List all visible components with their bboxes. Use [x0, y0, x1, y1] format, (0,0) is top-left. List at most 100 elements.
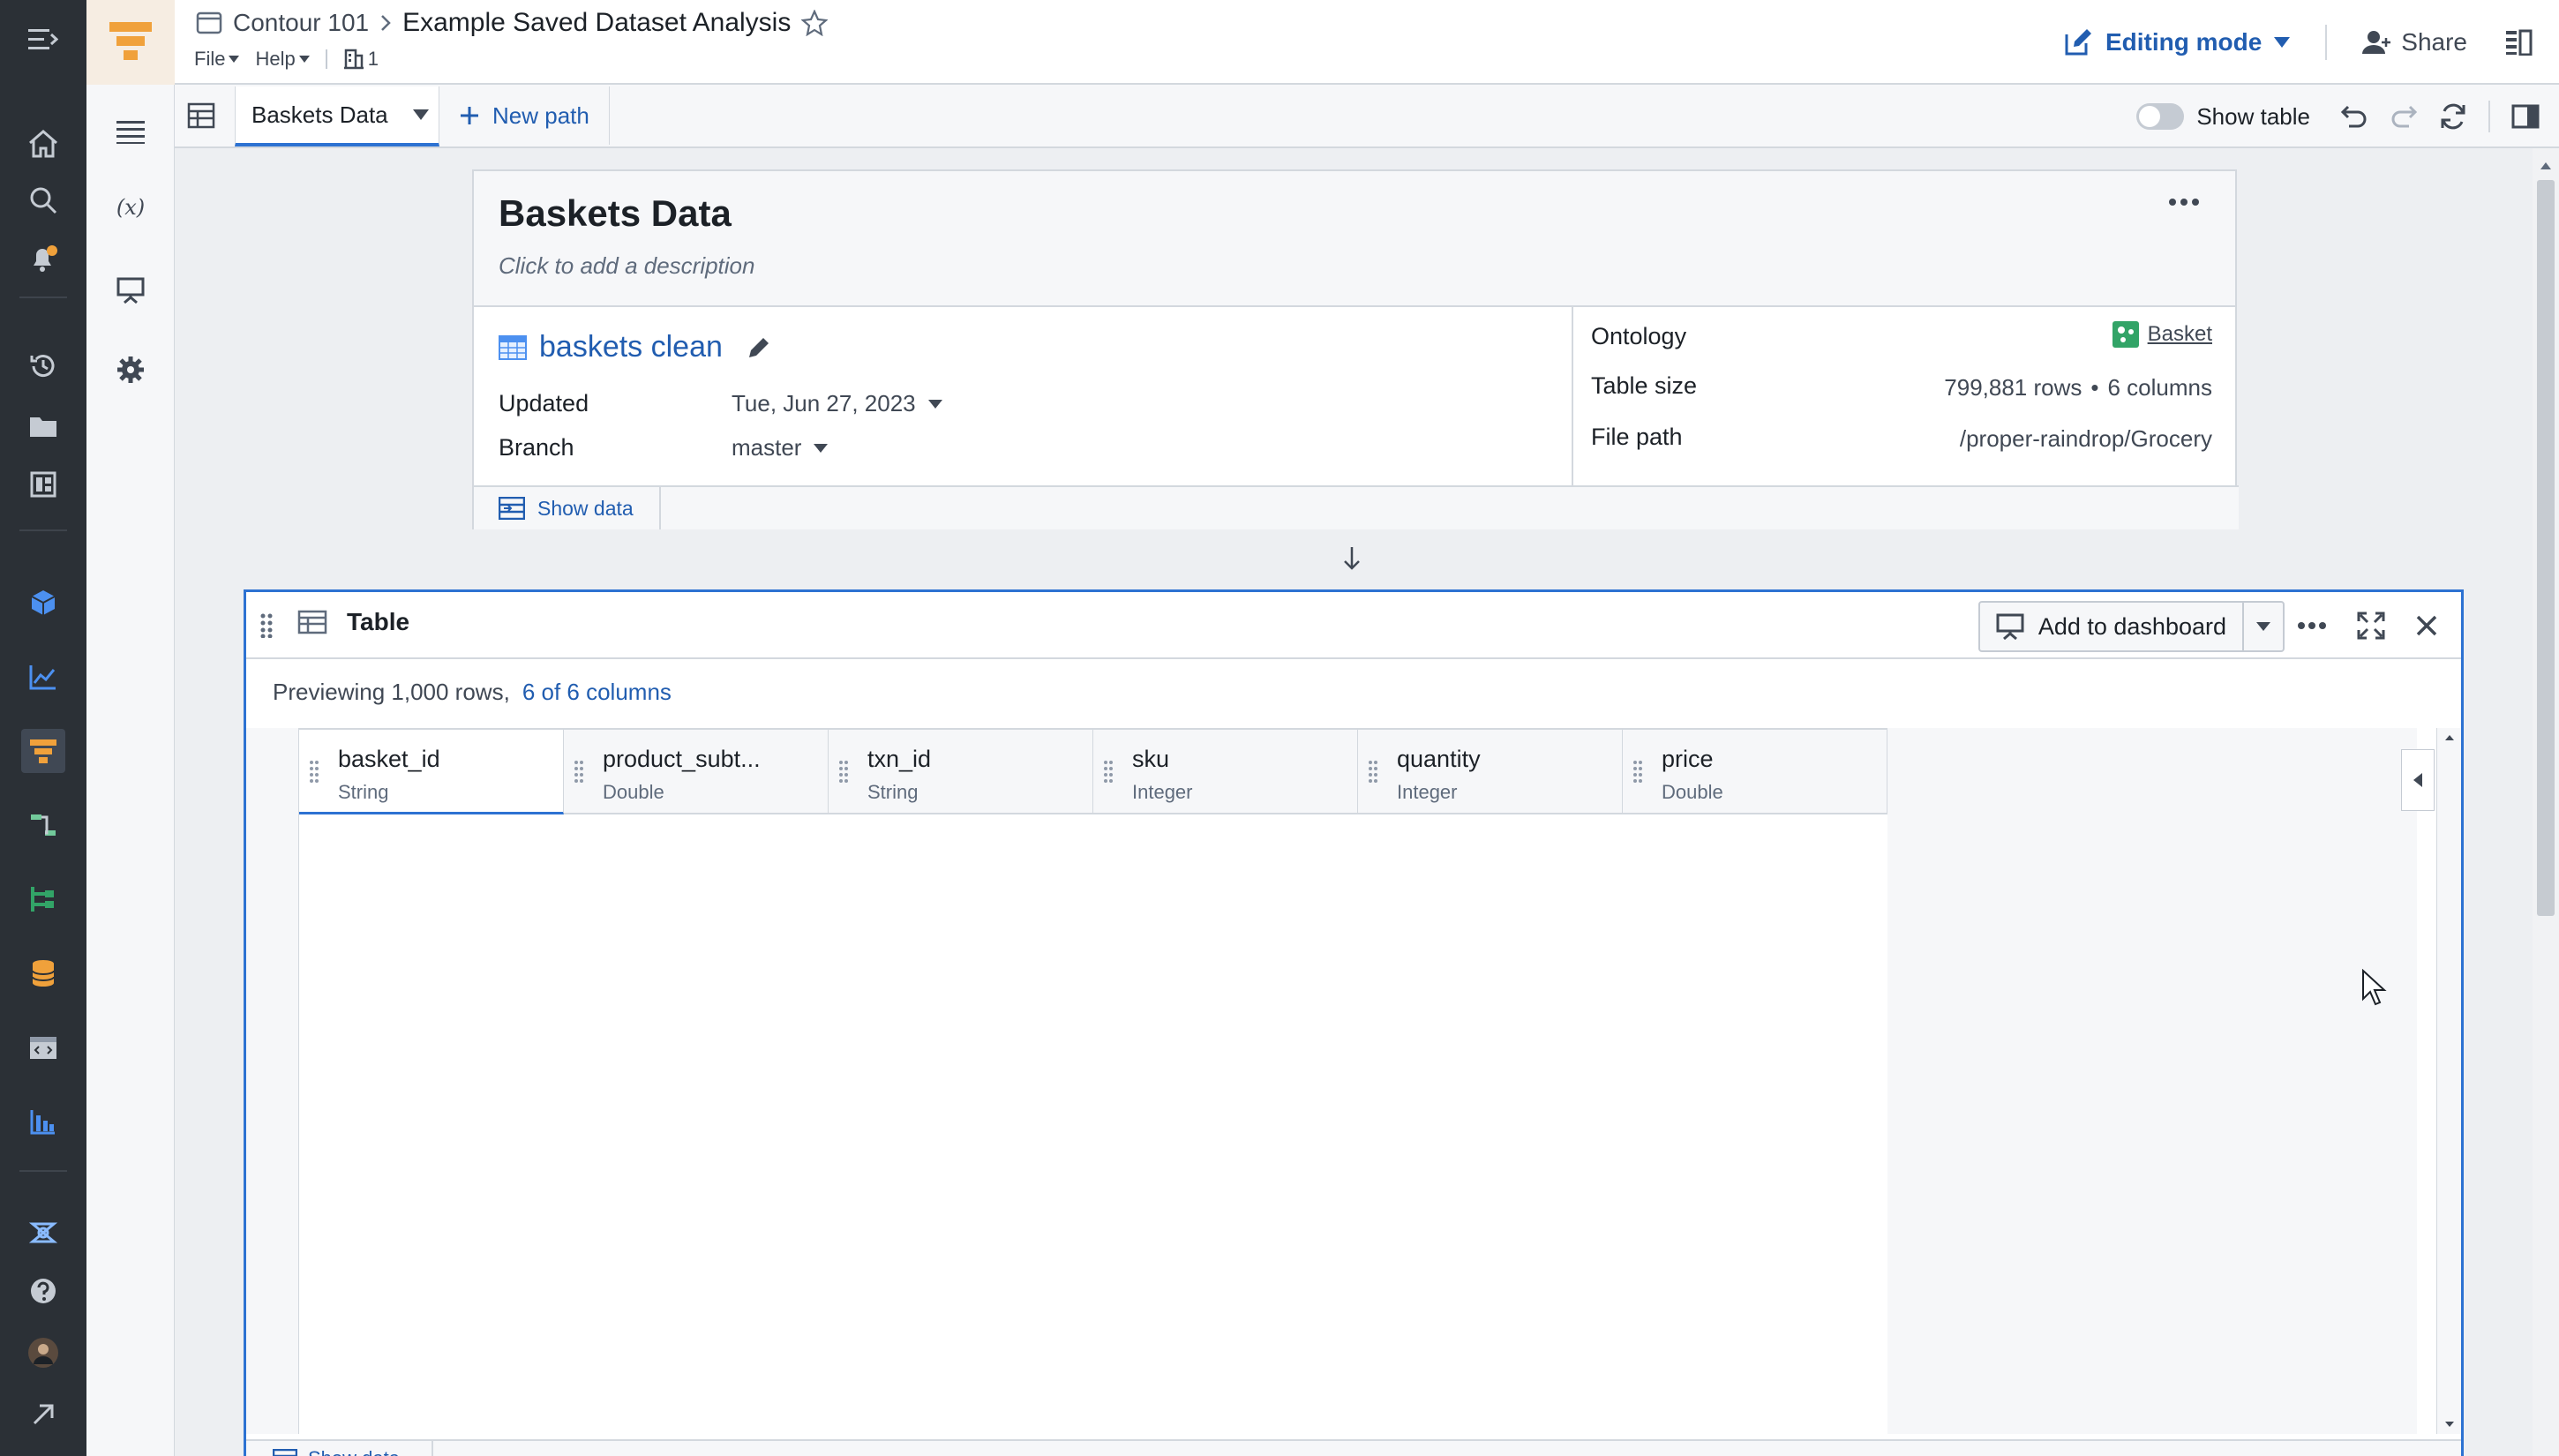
refresh-icon[interactable] — [2439, 102, 2467, 131]
collapse-menu-icon[interactable] — [21, 18, 65, 62]
column-header[interactable]: txn_id String — [829, 730, 1093, 814]
ontology-value[interactable]: Basket — [2112, 321, 2212, 348]
table-show-data-button[interactable]: Show data — [246, 1441, 433, 1456]
grid-empty-area — [1887, 728, 2417, 1434]
column-name: price — [1662, 746, 1714, 772]
contour-logo — [86, 0, 175, 85]
add-to-dashboard-caret[interactable] — [2244, 603, 2283, 650]
history-icon[interactable] — [21, 344, 65, 388]
column-header[interactable]: sku Integer — [1093, 730, 1358, 814]
data-grid: basket_id String product_subt... Double … — [246, 728, 2461, 1456]
add-to-dashboard-button[interactable]: Add to dashboard — [1980, 603, 2244, 650]
notifications-icon[interactable] — [21, 236, 65, 281]
share-button[interactable]: Share — [2327, 28, 2501, 56]
settings-icon[interactable] — [109, 348, 153, 392]
folder-icon[interactable] — [21, 404, 65, 448]
external-link-icon[interactable] — [21, 1392, 65, 1437]
file-path-text: /proper-raindrop/Grocery — [1959, 425, 2212, 452]
new-path-label: New path — [492, 101, 589, 129]
caret-down-icon — [2274, 37, 2291, 48]
file-menu[interactable]: File — [194, 48, 240, 71]
column-name: product_subt... — [603, 746, 761, 772]
updated-select[interactable]: Tue, Jun 27, 2023 — [732, 390, 942, 417]
layout-toggle-icon[interactable] — [2501, 29, 2559, 56]
bar-chart-icon[interactable] — [21, 1100, 65, 1144]
grid-body[interactable] — [299, 814, 1887, 1432]
collapse-panel-button[interactable] — [2401, 749, 2435, 811]
variables-icon[interactable]: (x) — [109, 185, 153, 229]
show-table-toggle[interactable] — [2136, 103, 2185, 130]
more-options-icon[interactable] — [2297, 621, 2327, 630]
chevron-right-icon — [379, 14, 392, 32]
updated-value: Tue, Jun 27, 2023 — [732, 390, 916, 417]
cube-icon[interactable] — [21, 581, 65, 625]
contour-sidebar: (x) — [86, 0, 175, 1456]
canvas-scrollbar[interactable] — [2533, 148, 2559, 1456]
board-title[interactable]: Baskets Data — [499, 192, 732, 235]
add-to-dashboard-group: Add to dashboard — [1977, 601, 2285, 652]
dataset-link[interactable]: baskets clean — [499, 330, 772, 364]
code-icon[interactable] — [21, 1025, 65, 1069]
viewers-indicator[interactable]: 1 — [343, 48, 379, 71]
editing-mode-label: Editing mode — [2105, 28, 2263, 56]
column-header[interactable]: basket_id String — [299, 730, 564, 814]
mouse-cursor-icon — [2361, 969, 2388, 1006]
breadcrumb-parent[interactable]: Contour 101 — [233, 9, 369, 37]
ontology-icon[interactable] — [21, 1211, 65, 1255]
presentation-icon[interactable] — [109, 268, 153, 312]
editing-mode-button[interactable]: Editing mode — [2045, 27, 2325, 57]
share-label: Share — [2401, 28, 2467, 56]
analysis-title[interactable]: Example Saved Dataset Analysis — [402, 8, 791, 38]
ontology-label: Ontology — [1591, 323, 1687, 349]
show-data-button[interactable]: Show data — [474, 487, 661, 529]
user-avatar[interactable] — [21, 1331, 65, 1375]
branch-icon[interactable] — [21, 877, 65, 921]
file-path-value[interactable]: /proper-raindrop/Grocery — [1960, 425, 2212, 453]
grid-scrollbar[interactable] — [2436, 728, 2461, 1434]
contour-icon[interactable] — [21, 729, 65, 773]
side-panel-icon[interactable] — [2511, 104, 2540, 129]
new-path-button[interactable]: New path — [459, 86, 610, 145]
object-type-icon — [2112, 321, 2139, 348]
tab-baskets-data[interactable]: Baskets Data — [235, 86, 439, 146]
show-data-icon — [499, 497, 525, 520]
column-name: quantity — [1397, 746, 1481, 772]
redo-icon[interactable] — [2390, 105, 2418, 128]
table-icon[interactable] — [187, 102, 217, 131]
scrollbar-thumb[interactable] — [2537, 180, 2555, 916]
edit-icon — [2065, 29, 2091, 56]
pencil-icon — [748, 337, 769, 357]
chart-icon[interactable] — [21, 655, 65, 699]
column-header[interactable]: quantity Integer — [1358, 730, 1623, 814]
column-name: sku — [1132, 746, 1170, 772]
column-header[interactable]: product_subt... Double — [564, 730, 829, 814]
description-placeholder[interactable]: Click to add a description — [499, 252, 754, 280]
column-header[interactable]: price Double — [1623, 730, 1887, 814]
building-icon — [343, 49, 364, 70]
list-icon[interactable] — [109, 109, 153, 154]
preview-summary: Previewing 1,000 rows, 6 of 6 columns — [273, 679, 672, 706]
help-icon[interactable] — [21, 1269, 65, 1313]
column-type: String — [338, 781, 389, 803]
branch-select[interactable]: master — [732, 434, 829, 462]
close-icon[interactable] — [2415, 614, 2438, 637]
caret-down-icon — [814, 443, 829, 453]
drag-handle-icon[interactable] — [260, 613, 273, 638]
app-rail — [0, 0, 86, 1456]
table-board: Table Add to dashboard Previewing 1,000 … — [244, 589, 2464, 1456]
column-type: Integer — [1397, 781, 1458, 803]
search-icon[interactable] — [21, 178, 65, 222]
more-options-icon[interactable] — [2168, 198, 2200, 206]
ontology-link: Basket — [2147, 322, 2212, 346]
column-type: Integer — [1132, 781, 1193, 803]
dataset-name: baskets clean — [539, 330, 723, 364]
columns-link[interactable]: 6 of 6 columns — [522, 679, 672, 705]
pipeline-icon[interactable] — [21, 803, 65, 847]
help-menu[interactable]: Help — [255, 48, 310, 71]
star-icon[interactable] — [801, 10, 829, 36]
dashboard-icon[interactable] — [21, 462, 65, 507]
home-icon[interactable] — [21, 122, 65, 166]
maximize-icon[interactable] — [2357, 612, 2385, 640]
undo-icon[interactable] — [2340, 105, 2368, 128]
database-icon[interactable] — [21, 951, 65, 995]
